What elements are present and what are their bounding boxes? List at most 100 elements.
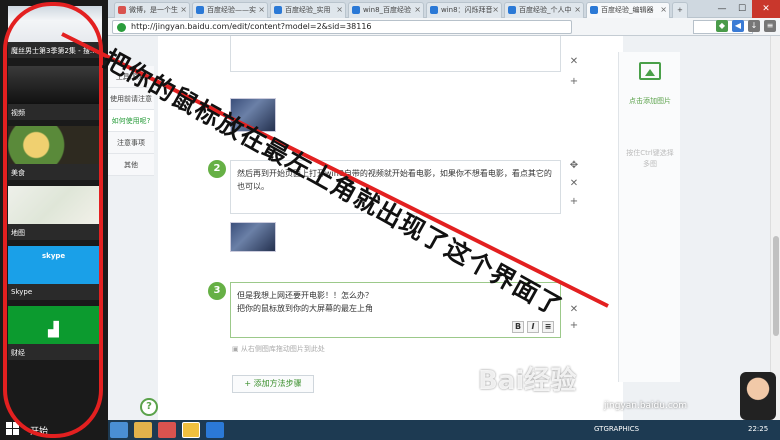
minimize-button[interactable]: — (712, 0, 732, 18)
bookmark-icon[interactable]: ◀ (732, 20, 744, 32)
switcher-thumbnail (8, 6, 102, 42)
chart-icon: ▟ (48, 322, 59, 338)
editor-toolbar: B I ≡ (512, 321, 554, 333)
baidu-icon (590, 6, 598, 14)
close-window-button[interactable]: ✕ (752, 0, 780, 18)
switcher-item-browser[interactable]: 魔丝男士第3季第2集 - 搜... (8, 6, 102, 58)
upload-hint: ▣ 从右侧图库拖动图片到此处 (232, 344, 325, 354)
baidu-icon (508, 6, 516, 14)
tab-baidu-personal[interactable]: 百度经验_个人中 × (504, 2, 584, 18)
multi-select-hint: 按住Ctrl键选择多图 (626, 149, 674, 168)
taskbar-app-icon[interactable] (158, 422, 176, 438)
close-icon[interactable]: ✕ (568, 56, 580, 67)
help-icon[interactable]: ? (140, 398, 158, 416)
tab-baidu-2[interactable]: 百度经验_实用 × (270, 2, 346, 18)
switcher-item-skype[interactable]: skype Skype (8, 246, 102, 300)
tab-label: win8：闪烁拜音 (441, 6, 493, 14)
tab-close-icon[interactable]: × (660, 3, 667, 17)
tab-close-icon[interactable]: × (336, 3, 343, 17)
tab-label: 百度经验_个人中 (519, 6, 572, 14)
start-label[interactable]: 开始 (30, 424, 48, 437)
switcher-label: 魔丝男士第3季第2集 - 搜... (11, 47, 97, 55)
switcher-label: Skype (11, 288, 33, 296)
watermark-site: jingyan.baidu.com (604, 401, 688, 411)
step-card-1[interactable] (230, 36, 561, 72)
taskbar: GTGRAPHICS 22:25 (108, 420, 780, 440)
window-controls: — ☐ ✕ (712, 0, 780, 18)
tab-close-icon[interactable]: × (258, 3, 265, 17)
add-icon[interactable]: + (568, 76, 580, 87)
baidu-icon (274, 6, 282, 14)
tab-close-icon[interactable]: × (574, 3, 581, 17)
taskbar-app-icon[interactable] (206, 422, 224, 438)
clock[interactable]: 22:25 (748, 425, 768, 433)
app-switcher: 魔丝男士第3季第2集 - 搜... 视频 美食 地图 skype Skype ▟… (0, 0, 108, 440)
page-scrollbar[interactable] (770, 36, 780, 420)
switcher-thumbnail: skype (8, 246, 102, 284)
security-shield-icon (117, 23, 126, 32)
tab-close-icon[interactable]: × (180, 3, 187, 17)
tab-bar: 微博，是一个生 × 百度经验——实 × 百度经验_实用 × win8_百度经验 × wi… (108, 0, 780, 18)
url-field[interactable]: http://jingyan.baidu.com/edit/content?mo… (112, 20, 572, 34)
upload-hint-text: 从右侧图库拖动图片到此处 (240, 345, 325, 353)
switcher-label: 地图 (11, 229, 25, 237)
step-image (230, 222, 276, 252)
switcher-thumbnail (8, 126, 102, 164)
plus-icon: + (677, 6, 683, 14)
nav-item-other[interactable]: 其他 (108, 154, 154, 176)
switcher-item-finance[interactable]: ▟ 财经 (8, 306, 102, 360)
image-icon: ▣ (232, 345, 241, 353)
url-text: http://jingyan.baidu.com/edit/content?mo… (131, 22, 372, 31)
tab-win8-1[interactable]: win8_百度经验 × (348, 2, 424, 18)
download-icon[interactable]: ↓ (748, 20, 760, 32)
tab-close-icon[interactable]: × (492, 3, 499, 17)
tab-label: 微博，是一个生 (129, 6, 178, 14)
tab-label: 百度经验_编辑器 (601, 6, 654, 14)
bold-button[interactable]: B (512, 321, 524, 333)
tab-weibo[interactable]: 微博，是一个生 × (114, 2, 190, 18)
move-icon[interactable]: ✥ (568, 160, 580, 171)
tab-close-icon[interactable]: × (414, 3, 421, 17)
tab-win8-2[interactable]: win8：闪烁拜音 × (426, 2, 502, 18)
switcher-label: 视频 (11, 109, 25, 117)
toolbar-icons: ◆ ◀ ↓ ≡ (716, 20, 776, 32)
italic-button[interactable]: I (527, 321, 539, 333)
skype-logo: skype (42, 252, 66, 260)
switcher-thumbnail: ▟ (8, 306, 102, 344)
new-tab-button[interactable]: + (672, 2, 688, 18)
taskbar-app-icon[interactable] (134, 422, 152, 438)
switcher-item-video[interactable]: 视频 (8, 66, 102, 120)
close-icon[interactable]: ✕ (568, 178, 580, 189)
taskbar-app-icon[interactable] (110, 422, 128, 438)
nav-item-attention[interactable]: 注意事项 (108, 132, 154, 154)
baidu-watermark: Bai经验 (478, 366, 577, 396)
tab-baidu-1[interactable]: 百度经验——实 × (192, 2, 268, 18)
switcher-thumbnail (8, 66, 102, 104)
maximize-button[interactable]: ☐ (732, 0, 752, 18)
step-number: 2 (208, 160, 226, 178)
avatar (740, 372, 776, 420)
add-icon[interactable]: + (568, 196, 580, 207)
extension-icon[interactable]: ◆ (716, 20, 728, 32)
add-icon[interactable]: + (568, 320, 580, 331)
nav-item-howto[interactable]: 如何使用呢? (108, 110, 154, 132)
tab-label: win8_百度经验 (363, 6, 412, 14)
address-bar: http://jingyan.baidu.com/edit/content?mo… (108, 18, 780, 36)
menu-icon[interactable]: ≡ (764, 20, 776, 32)
tray-text: GTGRAPHICS (594, 425, 640, 433)
switcher-label: 美食 (11, 169, 25, 177)
tab-label: 百度经验_实用 (285, 6, 331, 14)
windows-start-icon[interactable] (6, 422, 20, 436)
taskbar-app-icon[interactable] (182, 422, 200, 438)
switcher-item-food[interactable]: 美食 (8, 126, 102, 180)
scrollbar-thumb[interactable] (773, 236, 779, 336)
switcher-item-map[interactable]: 地图 (8, 186, 102, 240)
add-image-label[interactable]: 点击添加图片 (621, 96, 679, 106)
weibo-icon (118, 6, 126, 14)
add-step-button[interactable]: + 添加方法步骤 (232, 375, 314, 393)
add-image-icon[interactable] (639, 62, 661, 80)
image-panel: 点击添加图片 按住Ctrl键选择多图 (618, 52, 680, 382)
step-text (231, 36, 560, 45)
close-icon[interactable]: ✕ (568, 304, 580, 315)
tab-baidu-editor[interactable]: 百度经验_编辑器 × (586, 2, 670, 18)
